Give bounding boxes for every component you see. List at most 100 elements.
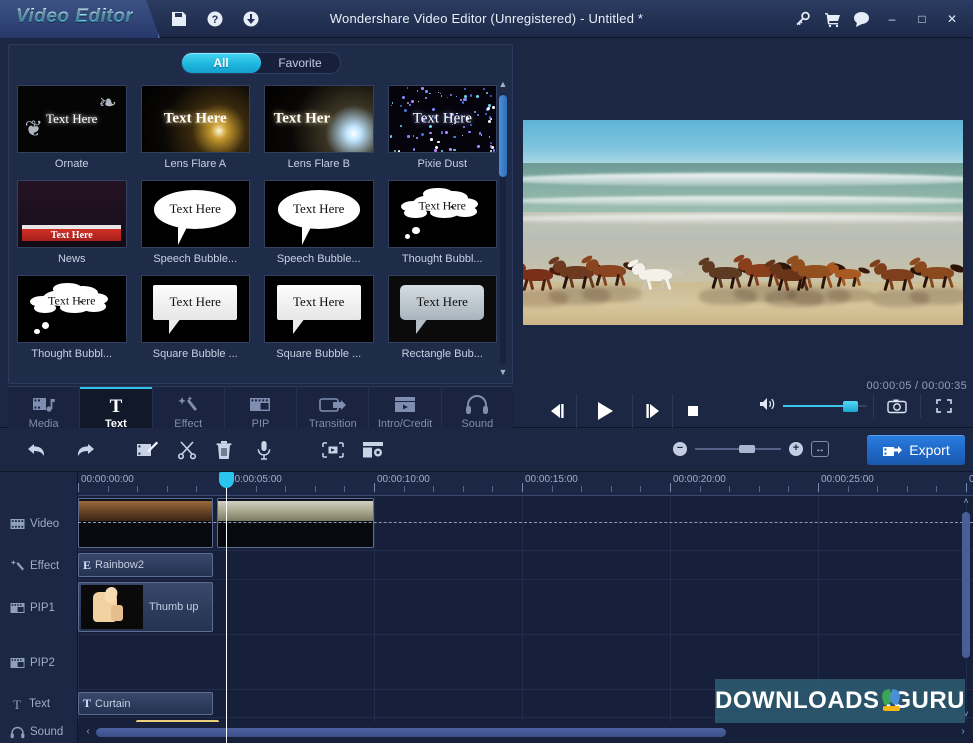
track-header-effect[interactable]: Effect bbox=[0, 551, 78, 580]
snapshot-icon[interactable] bbox=[880, 398, 914, 414]
intro-credit-icon bbox=[393, 394, 417, 416]
text-effect-thumbnail[interactable]: Text Her bbox=[264, 85, 374, 153]
close-button[interactable]: ✕ bbox=[939, 8, 965, 30]
timeline-clip[interactable]: T Curtain bbox=[78, 692, 213, 715]
text-effect-thumbnail[interactable]: Text Here bbox=[17, 180, 127, 248]
timeline-clip[interactable]: Thumb up bbox=[78, 582, 213, 632]
ruler-tick bbox=[818, 483, 819, 492]
crop-button[interactable] bbox=[320, 437, 346, 463]
volume-slider[interactable] bbox=[783, 400, 867, 412]
zoom-out-button[interactable]: − bbox=[673, 442, 687, 456]
track-header-sound[interactable]: Sound bbox=[0, 718, 78, 743]
text-effect-thumbnail[interactable]: Text Here bbox=[141, 85, 251, 153]
text-effects-grid: ❦ ❧ Text Here OrnateText Here Lens Flare… bbox=[17, 85, 497, 379]
zoom-in-button[interactable]: + bbox=[789, 442, 803, 456]
text-effect-item[interactable]: Text Here News bbox=[17, 180, 127, 265]
text-effect-thumbnail[interactable]: Text Here bbox=[264, 180, 374, 248]
text-effect-item[interactable]: Text Here Thought Bubbl... bbox=[17, 275, 127, 360]
text-effect-item[interactable]: Text Here Pixie Dust bbox=[388, 85, 498, 170]
play-button[interactable] bbox=[577, 394, 633, 428]
edit-clip-button[interactable] bbox=[134, 437, 160, 463]
timeline-clip[interactable]: E Rainbow2 bbox=[78, 553, 213, 577]
feedback-icon[interactable] bbox=[849, 8, 875, 30]
zoom-handle[interactable] bbox=[739, 445, 755, 453]
text-effect-item[interactable]: Text Here Thought Bubbl... bbox=[388, 180, 498, 265]
text-effect-item[interactable]: Text Here Square Bubble ... bbox=[264, 275, 374, 360]
text-effect-thumbnail[interactable]: ❦ ❧ Text Here bbox=[17, 85, 127, 153]
text-effect-thumbnail[interactable]: Text Here bbox=[388, 275, 498, 343]
video-track-icon bbox=[10, 518, 25, 530]
next-frame-button[interactable] bbox=[633, 394, 673, 428]
text-effect-item[interactable]: Text Here Lens Flare A bbox=[141, 85, 251, 170]
timeline-scroll-left-icon[interactable]: ‹ bbox=[82, 726, 94, 738]
timeline-vscroll-thumb[interactable] bbox=[962, 512, 970, 658]
previous-frame-button[interactable] bbox=[537, 394, 577, 428]
timeline-scroll-up-icon[interactable]: ˄ bbox=[959, 496, 973, 509]
track-label: Video bbox=[30, 518, 59, 530]
ruler-tick bbox=[404, 486, 405, 492]
maximize-button[interactable]: □ bbox=[909, 8, 935, 30]
redo-button[interactable] bbox=[72, 437, 98, 463]
text-effect-item[interactable]: Text Her Lens Flare B bbox=[264, 85, 374, 170]
clip-thumbnail bbox=[81, 585, 143, 629]
filter-all-button[interactable]: All bbox=[182, 53, 261, 73]
clip-filmstrip bbox=[79, 501, 212, 521]
timeline-clip[interactable] bbox=[78, 498, 213, 548]
text-effect-thumbnail[interactable]: Text Here bbox=[388, 180, 498, 248]
text-effect-thumbnail[interactable]: Text Here bbox=[141, 180, 251, 248]
library-scroll-thumb[interactable] bbox=[499, 95, 507, 177]
text-effect-thumbnail[interactable]: Text Here bbox=[17, 275, 127, 343]
zoom-fit-button[interactable]: ↔ bbox=[811, 441, 829, 457]
text-effect-thumbnail[interactable]: Text Here bbox=[264, 275, 374, 343]
thumb-art: Text Here bbox=[389, 181, 497, 247]
preview-video[interactable] bbox=[523, 120, 963, 325]
track-header-video[interactable]: Video bbox=[0, 496, 78, 551]
text-effect-item[interactable]: ❦ ❧ Text Here Ornate bbox=[17, 85, 127, 170]
timeline-ruler[interactable]: 00:00:00:0000:00:05:0000:00:10:0000:00:1… bbox=[78, 472, 973, 496]
volume-handle[interactable] bbox=[843, 401, 858, 412]
key-icon[interactable] bbox=[789, 8, 815, 30]
delete-button[interactable] bbox=[211, 437, 237, 463]
text-effect-item[interactable]: Text Here Rectangle Bub... bbox=[388, 275, 498, 360]
ruler-label: 00:00:10:00 bbox=[377, 474, 430, 485]
timeline-scroll-right-icon[interactable]: › bbox=[957, 726, 969, 738]
library-scrollbar[interactable]: ▲ ▼ bbox=[497, 79, 509, 379]
divider bbox=[920, 394, 921, 418]
library-scroll-up-icon[interactable]: ▲ bbox=[497, 79, 509, 91]
track-header-pip1[interactable]: PIP1 bbox=[0, 580, 78, 635]
text-effect-thumbnail[interactable]: Text Here bbox=[388, 85, 498, 153]
voiceover-button[interactable] bbox=[251, 437, 277, 463]
clip-label: Curtain bbox=[95, 698, 130, 710]
clip-body bbox=[218, 521, 373, 547]
text-effect-caption: Thought Bubbl... bbox=[388, 253, 498, 265]
divider bbox=[873, 394, 874, 418]
timeline-horizontal-scrollbar[interactable]: ‹ › bbox=[78, 722, 973, 743]
ruler-tick bbox=[492, 486, 493, 492]
stop-button[interactable] bbox=[673, 394, 713, 428]
filter-favorite-button[interactable]: Favorite bbox=[261, 53, 340, 73]
pip-icon bbox=[248, 394, 272, 416]
fullscreen-icon[interactable] bbox=[927, 398, 961, 414]
track-header-text[interactable]: T Text bbox=[0, 690, 78, 718]
volume-icon[interactable] bbox=[759, 396, 777, 417]
preview-surf-line bbox=[523, 214, 963, 223]
zoom-slider[interactable] bbox=[695, 444, 781, 454]
text-effect-thumbnail[interactable]: Text Here bbox=[141, 275, 251, 343]
export-button[interactable]: Export bbox=[867, 435, 965, 465]
playhead-handle[interactable] bbox=[219, 472, 234, 488]
text-effect-item[interactable]: Text Here Square Bubble ... bbox=[141, 275, 251, 360]
ruler-label: 00:00:05:00 bbox=[229, 474, 282, 485]
split-button[interactable] bbox=[174, 437, 200, 463]
text-effect-item[interactable]: Text Here Speech Bubble... bbox=[264, 180, 374, 265]
track-headers: Video Effect PIP1 PIP2T Text Sound bbox=[0, 472, 78, 743]
track-header-pip2[interactable]: PIP2 bbox=[0, 635, 78, 690]
track-label: Text bbox=[29, 698, 50, 710]
minimize-button[interactable]: – bbox=[879, 8, 905, 30]
timeline-hscroll-thumb[interactable] bbox=[96, 728, 726, 737]
library-scroll-down-icon[interactable]: ▼ bbox=[497, 367, 509, 379]
text-effect-item[interactable]: Text Here Speech Bubble... bbox=[141, 180, 251, 265]
advanced-button[interactable] bbox=[360, 437, 386, 463]
timeline-clip[interactable] bbox=[217, 498, 374, 548]
undo-button[interactable] bbox=[24, 437, 50, 463]
cart-icon[interactable] bbox=[819, 8, 845, 30]
